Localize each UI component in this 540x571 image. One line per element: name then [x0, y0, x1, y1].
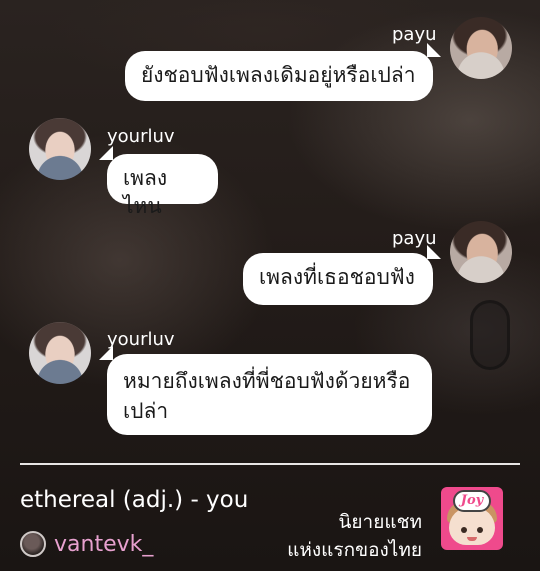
message-bubble: หมายถึงเพลงที่พี่ชอบฟังด้วยหรือเปล่า — [99, 346, 432, 435]
promo-line-2: แห่งแรกของไทย — [287, 539, 422, 561]
avatar-payu[interactable] — [450, 17, 512, 79]
avatar-yourluv[interactable] — [29, 322, 91, 384]
message-text: ยังชอบฟังเพลงเดิมอยู่หรือเปล่า — [141, 63, 416, 87]
sender-name-yourluv: yourluv — [107, 329, 175, 350]
author-handle: vantevk_ — [54, 531, 154, 557]
footer-divider — [20, 463, 520, 465]
avatar-payu[interactable] — [450, 221, 512, 283]
sender-name-payu: payu — [392, 24, 437, 45]
message-bubble: เพลงที่เธอชอบฟัง — [243, 245, 441, 305]
avatar-yourluv[interactable] — [29, 118, 91, 180]
story-title: ethereal (adj.) - you — [20, 487, 249, 513]
message-bubble: ยังชอบฟังเพลงเดิมอยู่หรือเปล่า — [125, 43, 441, 101]
logo-eye — [461, 527, 467, 533]
message-text: หมายถึงเพลงที่พี่ชอบฟังด้วยหรือเปล่า — [123, 369, 411, 423]
author-handle-link[interactable]: vantevk_ — [20, 531, 153, 557]
author-avatar-icon — [20, 531, 46, 557]
sender-name-yourluv: yourluv — [107, 126, 175, 147]
background-detail — [470, 300, 510, 370]
promo-line-1: นิยายแชท — [338, 511, 422, 533]
logo-speech-bubble: Joy — [453, 490, 491, 512]
joy-app-logo-icon[interactable]: Joy — [441, 487, 503, 550]
message-text: เพลงที่เธอชอบฟัง — [259, 265, 415, 289]
message-bubble: เพลงไหน — [99, 146, 218, 218]
message-text: เพลงไหน — [123, 166, 168, 218]
logo-eye — [477, 527, 483, 533]
